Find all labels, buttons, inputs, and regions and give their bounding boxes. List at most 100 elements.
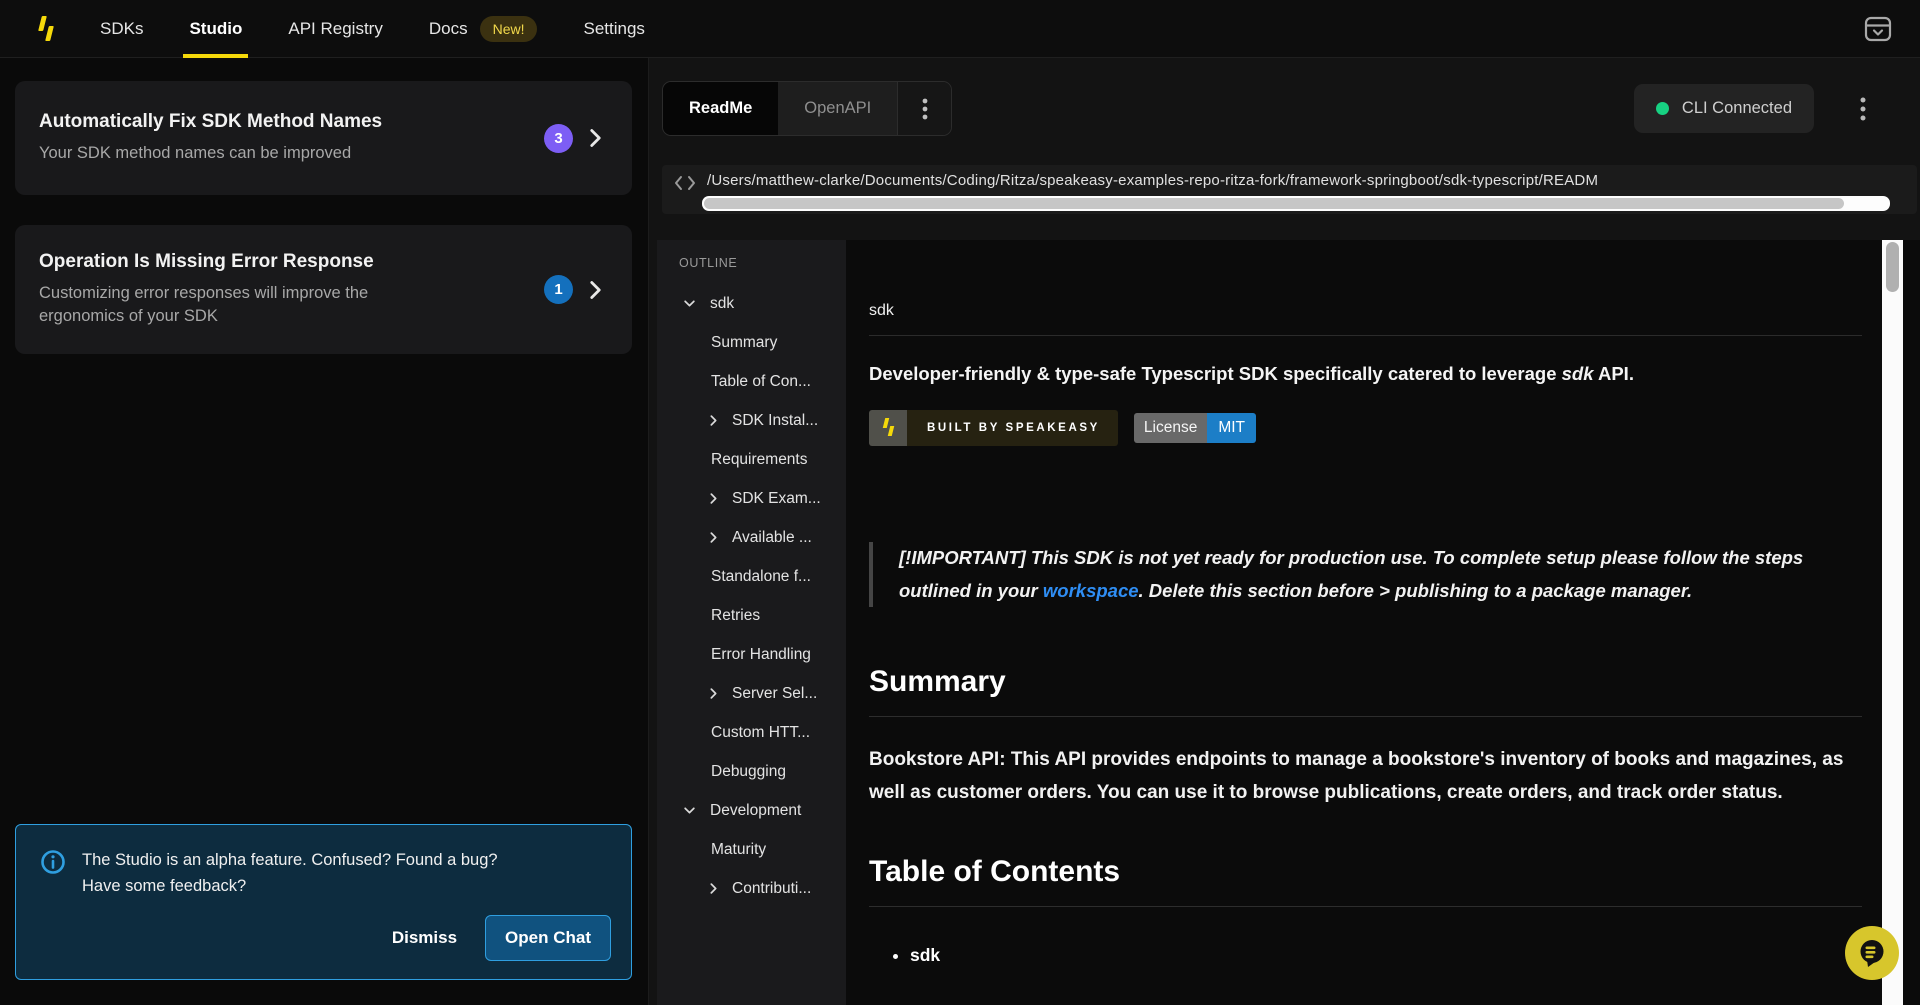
tab-openapi[interactable]: OpenAPI [778, 82, 897, 135]
outline-item-label: Maturity [711, 841, 766, 859]
open-chat-button[interactable]: Open Chat [485, 915, 611, 961]
outline-item-label: Debugging [711, 763, 786, 781]
divider [869, 335, 1862, 336]
outline-item-development[interactable]: Development [657, 791, 846, 830]
issue-count-badge: 3 [544, 124, 573, 153]
readme-workspace: OUTLINE sdk Summary Table of Con... SDK … [649, 240, 1920, 1005]
issue-title: Automatically Fix SDK Method Names [39, 111, 544, 133]
outline-item-label: Requirements [711, 451, 808, 469]
summary-body: Bookstore API: This API provides endpoin… [869, 744, 1862, 809]
nav-item-studio[interactable]: Studio [189, 0, 242, 58]
issue-text: Operation Is Missing Error Response Cust… [39, 251, 544, 328]
outline-item-requirements[interactable]: Requirements [657, 440, 846, 479]
new-badge: New! [480, 16, 538, 42]
chevron-right-icon [707, 882, 720, 895]
divider [869, 716, 1862, 717]
dismiss-button[interactable]: Dismiss [392, 928, 457, 948]
intro-text: API. [1594, 363, 1634, 384]
outline-item-sdk-installation[interactable]: SDK Instal... [657, 401, 846, 440]
outline-sidebar: OUTLINE sdk Summary Table of Con... SDK … [657, 240, 846, 1005]
chat-bubble-icon [1855, 936, 1889, 970]
readme-intro: Developer-friendly & type-safe Typescrip… [869, 363, 1862, 385]
issue-text: Automatically Fix SDK Method Names Your … [39, 111, 544, 165]
license-value: MIT [1207, 413, 1256, 443]
built-by-label: BUILT BY SPEAKEASY [907, 410, 1118, 446]
nav-item-docs[interactable]: Docs [429, 0, 468, 58]
summary-heading: Summary [869, 665, 1862, 699]
outline-item-label: SDK Exam... [732, 490, 821, 508]
outline-item-label: sdk [710, 295, 734, 313]
workspace-link[interactable]: workspace [1043, 580, 1139, 601]
issue-count-badge: 1 [544, 275, 573, 304]
outline-item-label: Development [710, 802, 801, 820]
built-by-speakeasy-badge: BUILT BY SPEAKEASY [869, 410, 1118, 446]
outline-item-summary[interactable]: Summary [657, 323, 846, 362]
outline-item-contributing[interactable]: Contributi... [657, 869, 846, 908]
cli-status-badge[interactable]: CLI Connected [1634, 84, 1814, 133]
kebab-icon [922, 97, 928, 121]
status-dot [1656, 102, 1669, 115]
file-path-bar: /Users/matthew-clarke/Documents/Coding/R… [662, 165, 1917, 214]
chevron-down-icon [683, 804, 696, 817]
nav-docs-group: Docs New! [429, 0, 538, 58]
info-icon [40, 849, 66, 875]
important-note: [!IMPORTANT] This SDK is not yet ready f… [869, 542, 1819, 607]
outline-item-label: Error Handling [711, 646, 811, 664]
outline-item-sdk-examples[interactable]: SDK Exam... [657, 479, 846, 518]
vertical-scrollbar-thumb[interactable] [1886, 242, 1899, 292]
main-nav: SDKs Studio API Registry Docs New! Setti… [100, 0, 691, 58]
chevron-right-icon [707, 531, 720, 544]
outline-item-label: Contributi... [732, 880, 811, 898]
horizontal-scrollbar-thumb[interactable] [704, 198, 1844, 209]
window-dropdown-icon[interactable] [1864, 16, 1892, 42]
chevron-right-icon [707, 687, 720, 700]
outline-item-label: Table of Con... [711, 373, 811, 391]
intro-text: Developer-friendly & type-safe Typescrip… [869, 363, 1562, 384]
speakeasy-lightning-icon [869, 410, 907, 446]
chat-button[interactable] [1845, 926, 1899, 980]
chevron-down-icon [683, 297, 696, 310]
readme-content: sdk Developer-friendly & type-safe Types… [846, 240, 1882, 1005]
outline-label: OUTLINE [657, 256, 846, 270]
tab-overflow-menu[interactable] [897, 82, 951, 135]
outline-item-available[interactable]: Available ... [657, 518, 846, 557]
tab-readme[interactable]: ReadMe [663, 82, 778, 135]
issue-card-missing-error-response[interactable]: Operation Is Missing Error Response Cust… [15, 225, 632, 354]
outline-item-table-of-contents[interactable]: Table of Con... [657, 362, 846, 401]
speakeasy-logo-icon [34, 13, 60, 45]
toc-heading: Table of Contents [869, 855, 1862, 889]
outline-item-label: Summary [711, 334, 777, 352]
outline-item-server-selection[interactable]: Server Sel... [657, 674, 846, 713]
studio-toolbar: ReadMe OpenAPI CLI Connected [649, 58, 1920, 136]
vertical-scrollbar[interactable] [1882, 240, 1903, 1005]
readme-title: sdk [869, 302, 1862, 320]
toc-list: sdk [869, 945, 1862, 966]
kebab-icon [1860, 96, 1866, 122]
outline-item-sdk[interactable]: sdk [657, 284, 846, 323]
studio-panel: ReadMe OpenAPI CLI Connected [648, 58, 1920, 1005]
horizontal-scrollbar[interactable] [702, 196, 1890, 211]
outline-item-debugging[interactable]: Debugging [657, 752, 846, 791]
issues-panel: Automatically Fix SDK Method Names Your … [0, 58, 648, 1005]
feedback-message: The Studio is an alpha feature. Confused… [82, 847, 527, 899]
outline-item-label: Custom HTT... [711, 724, 810, 742]
toc-item-sdk[interactable]: sdk [910, 945, 1862, 966]
nav-item-sdks[interactable]: SDKs [100, 0, 143, 58]
nav-item-api-registry[interactable]: API Registry [288, 0, 382, 58]
top-nav: SDKs Studio API Registry Docs New! Setti… [0, 0, 1920, 58]
outline-item-custom-http[interactable]: Custom HTT... [657, 713, 846, 752]
nav-item-settings[interactable]: Settings [583, 0, 644, 58]
code-brackets-icon [673, 174, 697, 192]
outline-item-label: SDK Instal... [732, 412, 818, 430]
divider [869, 906, 1862, 907]
outline-item-label: Available ... [732, 529, 812, 547]
issue-card-fix-method-names[interactable]: Automatically Fix SDK Method Names Your … [15, 81, 632, 195]
intro-emphasis: sdk [1562, 363, 1594, 384]
outline-item-label: Retries [711, 607, 760, 625]
outline-item-error-handling[interactable]: Error Handling [657, 635, 846, 674]
outline-item-standalone-functions[interactable]: Standalone f... [657, 557, 846, 596]
chevron-right-icon [707, 492, 720, 505]
outline-item-maturity[interactable]: Maturity [657, 830, 846, 869]
outline-item-retries[interactable]: Retries [657, 596, 846, 635]
panel-overflow-menu[interactable] [1860, 96, 1866, 122]
